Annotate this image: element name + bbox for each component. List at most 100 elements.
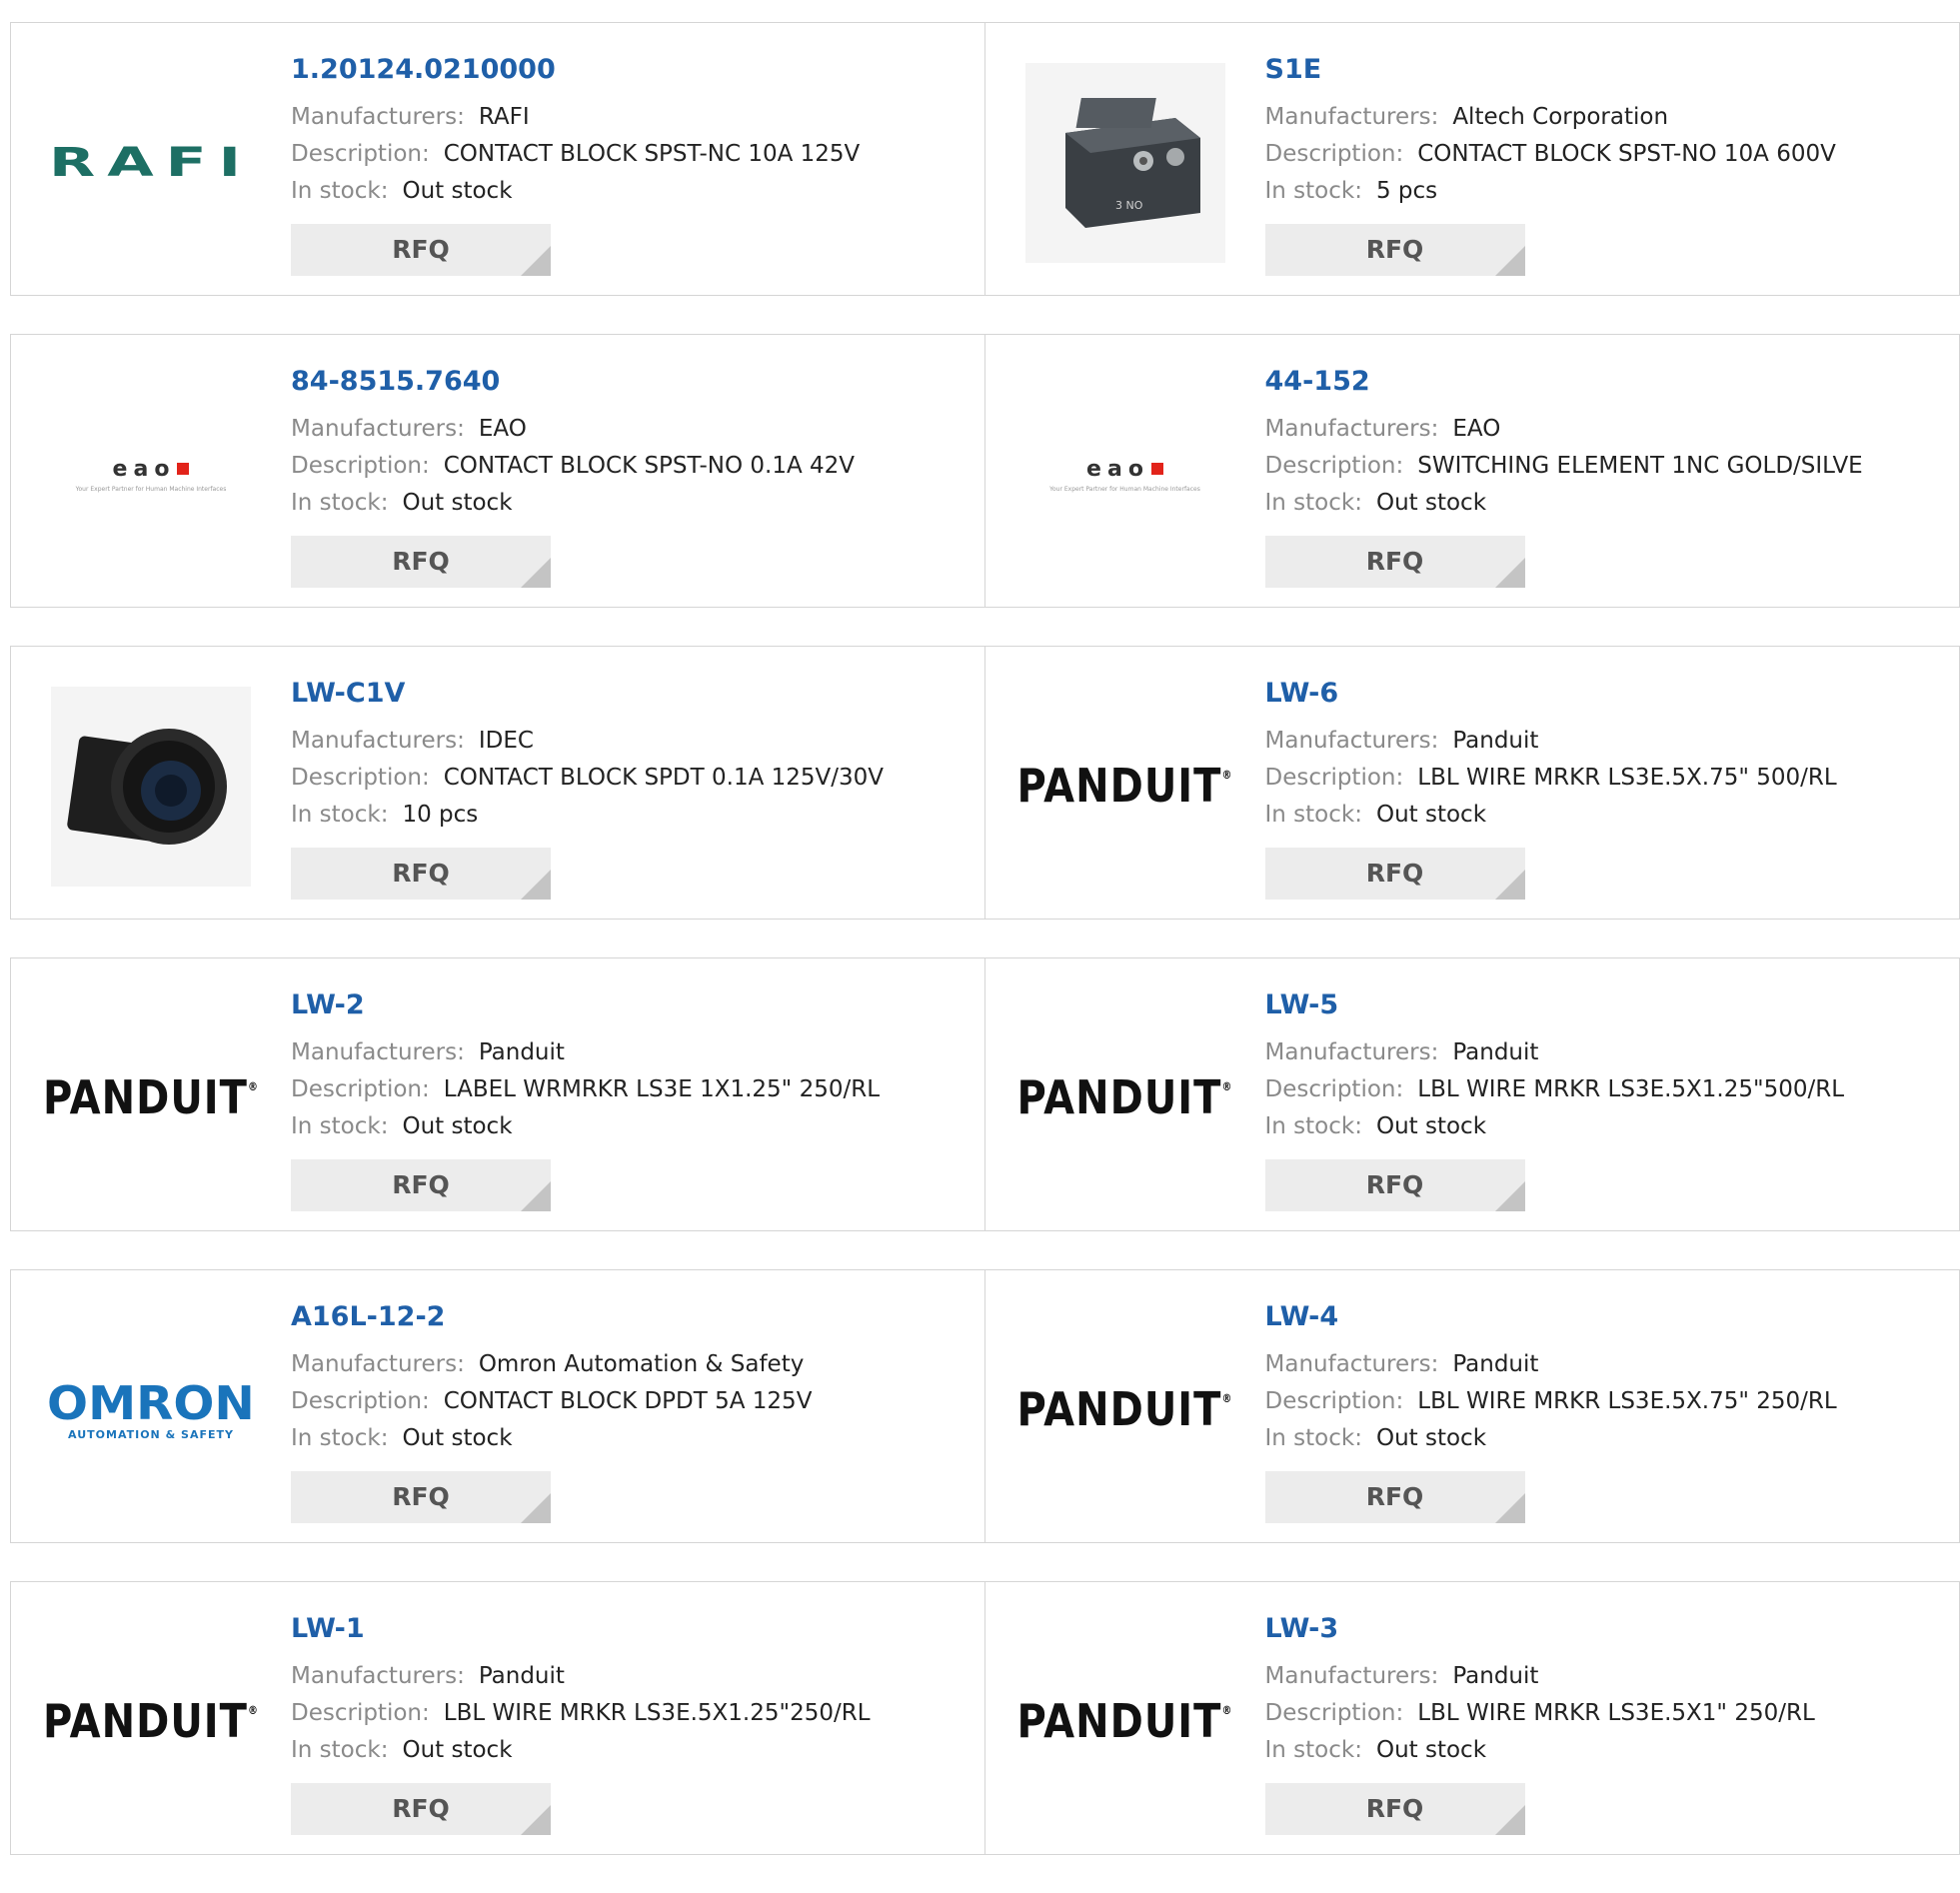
manufacturer-logo: PANDUIT® [1025, 1622, 1225, 1822]
description-line: Description:SWITCHING ELEMENT 1NC GOLD/S… [1265, 448, 1863, 485]
manufacturer-logo: PANDUIT® [1025, 998, 1225, 1198]
description-label: Description: [1265, 1700, 1404, 1726]
rfq-button[interactable]: RFQ [1265, 1159, 1525, 1211]
product-card: PANDUIT® LW-6 Manufacturers:Panduit Desc… [985, 646, 1960, 920]
rfq-button[interactable]: RFQ [1265, 224, 1525, 276]
description-value: CONTACT BLOCK SPST-NC 10A 125V [444, 141, 861, 167]
manufacturer-value: Panduit [1452, 1351, 1538, 1377]
part-number-link[interactable]: LW-5 [1265, 988, 1845, 1022]
description-value: LBL WIRE MRKR LS3E.5X.75" 500/RL [1417, 765, 1836, 791]
stock-line: In stock:Out stock [291, 1108, 880, 1145]
manufacturer-label: Manufacturers: [1265, 416, 1439, 442]
eao-square-icon [1151, 463, 1163, 475]
product-row: OMRONAUTOMATION & SAFETY A16L-12-2 Manuf… [10, 1269, 1960, 1543]
rfq-button[interactable]: RFQ [1265, 536, 1525, 588]
product-card: PANDUIT® LW-4 Manufacturers:Panduit Desc… [985, 1269, 1960, 1543]
rfq-button[interactable]: RFQ [291, 848, 551, 900]
part-number-link[interactable]: S1E [1265, 53, 1836, 87]
manufacturer-value: Panduit [479, 1663, 565, 1689]
description-value: LABEL WRMRKR LS3E 1X1.25" 250/RL [444, 1076, 880, 1102]
rfq-corner-icon [1495, 246, 1525, 276]
manufacturer-value: Omron Automation & Safety [479, 1351, 805, 1377]
rfq-label: RFQ [392, 235, 450, 264]
panduit-logo-text: PANDUIT [1017, 1384, 1222, 1437]
description-line: Description: LBL WIRE MRKR LS3E.5X1" 250/… [1265, 1695, 1815, 1732]
manufacturer-logo: PANDUIT® [51, 1622, 251, 1822]
product-row: PANDUIT® LW-2 Manufacturers:Panduit Desc… [10, 957, 1960, 1231]
description-line: Description:CONTACT BLOCK SPST-NO 0.1A 4… [291, 448, 855, 485]
stock-value: 10 pcs [402, 802, 478, 828]
rfq-button[interactable]: RFQ [291, 1783, 551, 1835]
omron-logo: OMRONAUTOMATION & SAFETY [52, 1380, 250, 1441]
product-info: A16L-12-2 Manufacturers:Omron Automation… [291, 1300, 812, 1523]
product-info: LW-4 Manufacturers:Panduit Description:L… [1265, 1300, 1837, 1523]
panduit-logo-text: PANDUIT [1017, 761, 1222, 814]
manufacturer-label: Manufacturers: [291, 1663, 465, 1689]
rfq-corner-icon [521, 246, 551, 276]
rfq-button[interactable]: RFQ [1265, 848, 1525, 900]
product-info: LW-3 Manufacturers:Panduit Description:L… [1265, 1612, 1815, 1835]
manufacturer-logo: OMRONAUTOMATION & SAFETY [51, 1310, 251, 1510]
manufacturer-logo: PANDUIT® [51, 998, 251, 1198]
product-row: PANDUIT® LW-1 Manufacturers: Panduit Desc… [10, 1581, 1960, 1855]
stock-label: In stock: [1265, 178, 1362, 204]
rfq-label: RFQ [1366, 1482, 1424, 1511]
rfq-label: RFQ [1366, 1794, 1424, 1823]
rfq-label: RFQ [392, 547, 450, 576]
stock-line: In stock:Out stock [291, 173, 860, 210]
product-info: LW-1 Manufacturers: Panduit Description:L… [291, 1612, 871, 1835]
eao-logo-text: eao [1086, 457, 1149, 482]
product-card: 3 NO S1E Manufacturers:Altech Corporatio… [985, 22, 1960, 296]
product-card: eao Your Expert Partner for Human Machine… [985, 334, 1960, 608]
panduit-logo: PANDUIT® [43, 1072, 259, 1125]
panduit-logo: PANDUIT® [43, 1696, 259, 1749]
rfq-button[interactable]: RFQ [291, 1471, 551, 1523]
part-number-link[interactable]: 84-8515.7640 [291, 365, 855, 399]
stock-line: In stock:Out stock [1265, 1420, 1837, 1457]
product-card: LW-C1V Manufacturers:IDEC Description:CO… [10, 646, 985, 920]
eao-tagline: Your Expert Partner for Human Machine In… [1049, 486, 1200, 493]
rfq-button[interactable]: RFQ [291, 536, 551, 588]
description-label: Description: [291, 141, 430, 167]
description-label: Description: [1265, 453, 1404, 479]
part-number-link[interactable]: 1.20124.0210000 [291, 53, 860, 87]
part-number-link[interactable]: LW-1 [291, 1612, 871, 1646]
manufacturer-logo: PANDUIT® [1025, 1310, 1225, 1510]
product-card: OMRONAUTOMATION & SAFETY A16L-12-2 Manuf… [10, 1269, 985, 1543]
rfq-button[interactable]: RFQ [1265, 1783, 1525, 1835]
part-number-link[interactable]: LW-6 [1265, 677, 1837, 711]
contact-block-photo: 3 NO [1025, 63, 1225, 263]
stock-label: In stock: [291, 802, 388, 828]
manufacturer-label: Manufacturers: [291, 728, 465, 754]
description-value: CONTACT BLOCK SPST-NO 0.1A 42V [444, 453, 855, 479]
stock-label: In stock: [291, 178, 388, 204]
panduit-logo: PANDUIT® [1017, 1696, 1233, 1749]
part-number-link[interactable]: 44-152 [1265, 365, 1863, 399]
description-label: Description: [291, 765, 430, 791]
part-number-link[interactable]: LW-C1V [291, 677, 884, 711]
description-value: CONTACT BLOCK SPST-NO 10A 600V [1417, 141, 1836, 167]
manufacturer-line: Manufacturers:Altech Corporation [1265, 99, 1836, 136]
part-number-link[interactable]: LW-4 [1265, 1300, 1837, 1334]
rfq-label: RFQ [1366, 859, 1424, 888]
description-value: LBL WIRE MRKR LS3E.5X1" 250/RL [1417, 1700, 1815, 1726]
manufacturer-line: Manufacturers:Panduit [1265, 723, 1837, 760]
product-card: PANDUIT® LW-1 Manufacturers: Panduit Desc… [10, 1581, 985, 1855]
part-number-link[interactable]: LW-3 [1265, 1612, 1815, 1646]
rfq-button[interactable]: RFQ [291, 1159, 551, 1211]
rfq-button[interactable]: RFQ [1265, 1471, 1525, 1523]
rfq-button[interactable]: RFQ [291, 224, 551, 276]
stock-value: Out stock [1376, 802, 1486, 828]
stock-line: In stock:Out stock [1265, 1108, 1845, 1145]
stock-label: In stock: [291, 490, 388, 516]
rfq-corner-icon [521, 1181, 551, 1211]
manufacturer-label: Manufacturers: [291, 416, 465, 442]
part-number-link[interactable]: LW-2 [291, 988, 880, 1022]
description-line: Description: CONTACT BLOCK SPST-NC 10A 12… [291, 136, 860, 173]
description-line: Description:LBL WIRE MRKR LS3E.5X1.25"25… [291, 1695, 871, 1732]
stock-line: In stock:Out stock [1265, 797, 1837, 834]
stock-line: In stock: 10 pcs [291, 797, 884, 834]
part-number-link[interactable]: A16L-12-2 [291, 1300, 812, 1334]
description-line: Description:CONTACT BLOCK SPDT 0.1A 125V… [291, 760, 884, 797]
manufacturer-logo: eao Your Expert Partner for Human Machine… [1025, 375, 1225, 575]
